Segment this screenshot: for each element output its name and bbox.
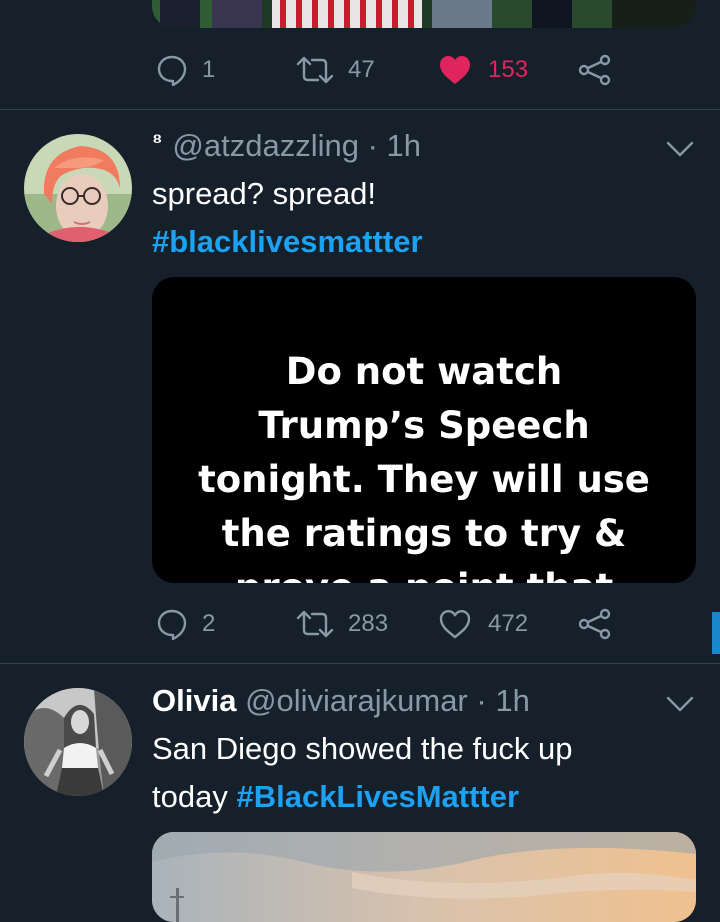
- display-name[interactable]: ⁸: [152, 128, 162, 153]
- media-text: Do not watch Trump’s Speech tonight. The…: [152, 345, 696, 583]
- handle[interactable]: @atzdazzling: [172, 128, 359, 163]
- tweet-text-line-2: today #BlackLivesMattter: [152, 773, 573, 821]
- chevron-down-icon[interactable]: [666, 695, 694, 713]
- hashtag-link[interactable]: #BlackLivesMattter: [236, 779, 519, 814]
- retweet-count: 47: [348, 56, 375, 83]
- retweet-button[interactable]: 283: [296, 608, 388, 640]
- media-text-line: tonight. They will use: [198, 458, 650, 501]
- handle[interactable]: @oliviarajkumar: [245, 683, 468, 718]
- share-button[interactable]: [578, 54, 612, 86]
- divider: [0, 663, 720, 664]
- separator: ·: [367, 128, 378, 163]
- like-count: 472: [488, 610, 529, 637]
- crowd-photo: [152, 0, 696, 28]
- media-text-line: prove a point that: [152, 561, 696, 583]
- retweet-count: 283: [348, 610, 389, 637]
- tweet-header: ⁸ @atzdazzling · 1h: [152, 128, 421, 164]
- share-icon: [578, 608, 611, 640]
- media-text-line: the ratings to try &: [221, 512, 627, 555]
- timestamp[interactable]: 1h: [387, 128, 421, 163]
- like-button[interactable]: 472: [438, 608, 528, 640]
- scrollbar-thumb[interactable]: [712, 612, 720, 654]
- heart-icon: [440, 56, 470, 84]
- avatar[interactable]: [24, 688, 132, 796]
- tweet-1-media[interactable]: [152, 0, 696, 28]
- share-button[interactable]: [578, 608, 612, 640]
- tweet-body: San Diego showed the fuck up today #Blac…: [152, 725, 573, 821]
- timestamp[interactable]: 1h: [495, 683, 529, 718]
- share-icon: [578, 54, 611, 86]
- tweet-text: San Diego showed the fuck up: [152, 731, 573, 766]
- retweet-icon: [296, 610, 334, 638]
- sunset-photo: [152, 832, 696, 922]
- reply-button[interactable]: 2: [156, 608, 215, 640]
- media-text-line: Do not watch: [285, 350, 563, 393]
- heart-icon: [439, 610, 471, 639]
- reply-bubble-icon: [157, 55, 187, 86]
- tweet-body: spread? spread! #blacklivesmattter: [152, 170, 423, 266]
- tweet-media[interactable]: Do not watch Trump’s Speech tonight. The…: [152, 277, 696, 583]
- like-count: 153: [488, 56, 529, 83]
- reply-count: 1: [202, 56, 216, 83]
- tweet-header: Olivia @oliviarajkumar · 1h: [152, 683, 530, 719]
- media-text-line: Trump’s Speech: [258, 404, 590, 447]
- avatar-image: [24, 688, 132, 796]
- chevron-down-icon[interactable]: [666, 140, 694, 158]
- avatar-image: [24, 134, 132, 242]
- hashtag-link[interactable]: #blacklivesmattter: [152, 218, 423, 266]
- retweet-icon: [296, 56, 334, 84]
- tweet-media[interactable]: [152, 832, 696, 922]
- display-name[interactable]: Olivia: [152, 683, 236, 718]
- divider: [0, 109, 720, 110]
- tweet-text-continued: today: [152, 779, 228, 814]
- like-button[interactable]: 153: [438, 54, 528, 86]
- reply-bubble-icon: [157, 609, 187, 640]
- reply-button[interactable]: 1: [156, 54, 215, 86]
- separator: ·: [476, 683, 487, 718]
- reply-count: 2: [202, 610, 216, 637]
- tweet-text: spread? spread!: [152, 176, 377, 211]
- avatar[interactable]: [24, 134, 132, 242]
- retweet-button[interactable]: 47: [296, 54, 375, 86]
